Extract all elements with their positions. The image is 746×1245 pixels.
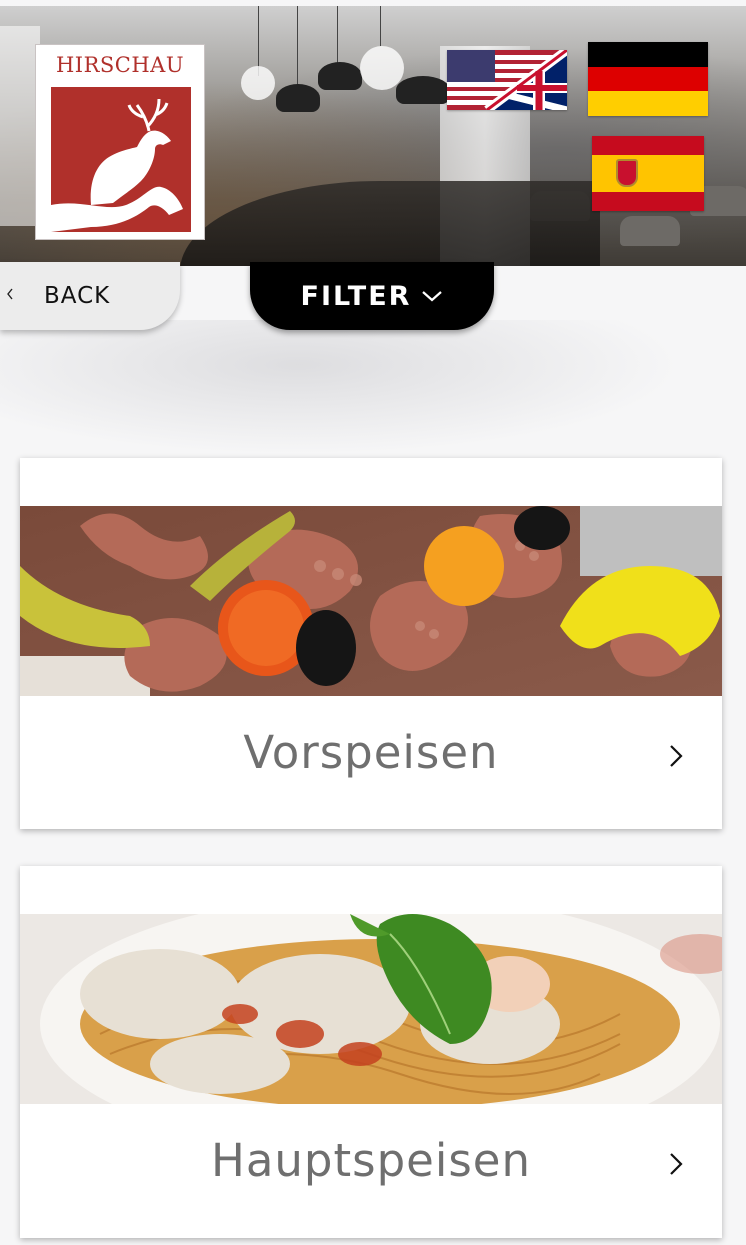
- back-label: BACK: [44, 283, 111, 309]
- back-button[interactable]: BACK: [0, 262, 180, 330]
- lamp-cord: [337, 6, 338, 66]
- us-uk-flag-icon[interactable]: [447, 50, 567, 110]
- category-title: Hauptspeisen: [211, 1134, 531, 1187]
- filter-label: FILTER: [300, 280, 412, 312]
- pendant-lamp: [396, 76, 450, 104]
- chevron-right-icon: [668, 743, 684, 773]
- bar-counter: [180, 181, 600, 266]
- chevron-down-icon: [421, 288, 443, 307]
- lamp-cord: [297, 6, 298, 86]
- pendant-lamp: [276, 84, 320, 112]
- category-title: Vorspeisen: [243, 726, 499, 779]
- chevron-right-icon: [668, 1151, 684, 1181]
- background-chair: [620, 216, 680, 246]
- category-image-hauptspeisen: [20, 914, 722, 1104]
- deer-logo-icon: [51, 87, 191, 232]
- spanish-flag-icon[interactable]: [592, 136, 704, 211]
- background-swoosh: [0, 320, 746, 470]
- logo-text: HIRSCHAU: [55, 53, 185, 77]
- pendant-lamp: [318, 62, 362, 90]
- category-card-hauptspeisen[interactable]: Hauptspeisen: [20, 866, 722, 1238]
- logo[interactable]: HIRSCHAU: [35, 44, 205, 240]
- category-card-vorspeisen[interactable]: Vorspeisen: [20, 458, 722, 829]
- filter-button[interactable]: FILTER: [250, 262, 494, 330]
- category-image-vorspeisen: [20, 506, 722, 696]
- pendant-lamp: [241, 66, 275, 100]
- background-window: [0, 26, 40, 226]
- header-banner: HIRSCHAU: [0, 6, 746, 266]
- lamp-cord: [380, 6, 381, 46]
- chevron-left-icon: [6, 288, 36, 304]
- german-flag-icon[interactable]: [588, 42, 708, 116]
